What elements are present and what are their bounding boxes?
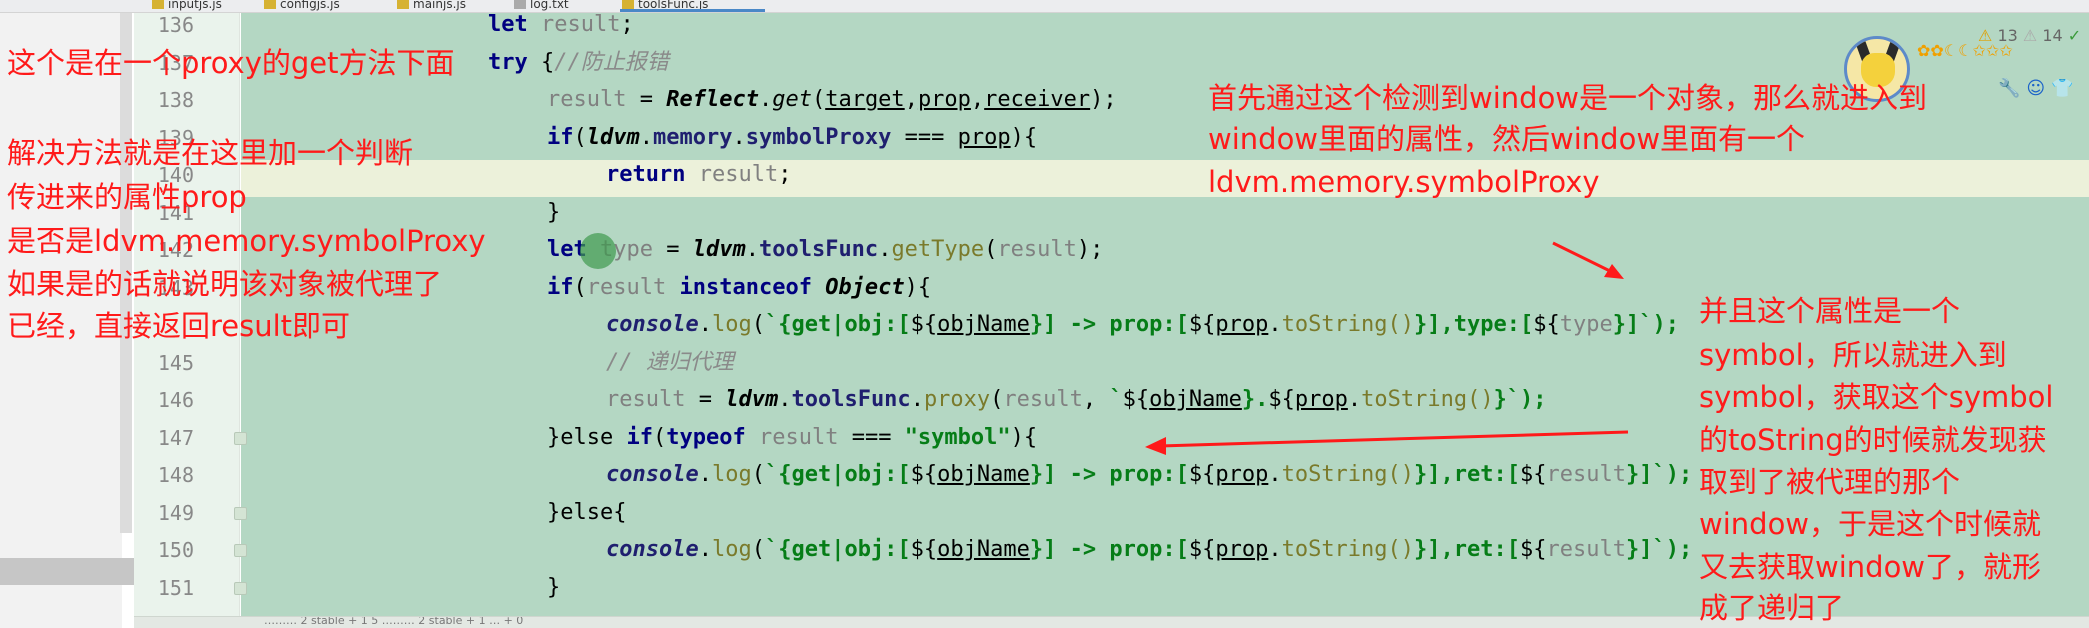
note-bottom-right-line: 的toString的时候就发现获 [1699, 423, 2047, 457]
note-top-right-line: ldvm.memory.symbolProxy [1208, 165, 1600, 199]
note-bottom-right-line: symbol，所以就进入到 [1699, 338, 2007, 372]
note-top-right-line: 首先通过这个检测到window是一个对象，那么就进入到 [1208, 81, 1928, 115]
arrow-down-right [1552, 241, 1624, 279]
note-top-right-line: window里面的属性，然后window里面有一个 [1208, 122, 1806, 156]
note-left-line: 如果是的话就说明该对象被代理了 [7, 267, 443, 301]
note-bottom-right-line: 取到了被代理的那个 [1699, 465, 1961, 499]
note-left-line: 传进来的属性prop [7, 180, 247, 214]
note-bottom-right-line: 并且这个属性是一个 [1699, 294, 1961, 328]
note-bottom-right-line: 成了递归了 [1699, 591, 1845, 625]
note-left-line: 是否是ldvm.memory.symbolProxy [7, 224, 486, 258]
arrow-left [1145, 430, 1629, 455]
note-bottom-right-line: 又去获取window了，就形 [1699, 550, 2042, 584]
note-bottom-right-line: symbol，获取这个symbol [1699, 380, 2054, 414]
note-left-line: 已经，直接返回result即可 [7, 309, 351, 343]
note-left-line: 解决方法就是在这里加一个判断 [7, 136, 414, 170]
note-bottom-right-line: window，于是这个时候就 [1699, 507, 2042, 541]
note-left-title: 这个是在一个proxy的get方法下面 [7, 46, 455, 80]
